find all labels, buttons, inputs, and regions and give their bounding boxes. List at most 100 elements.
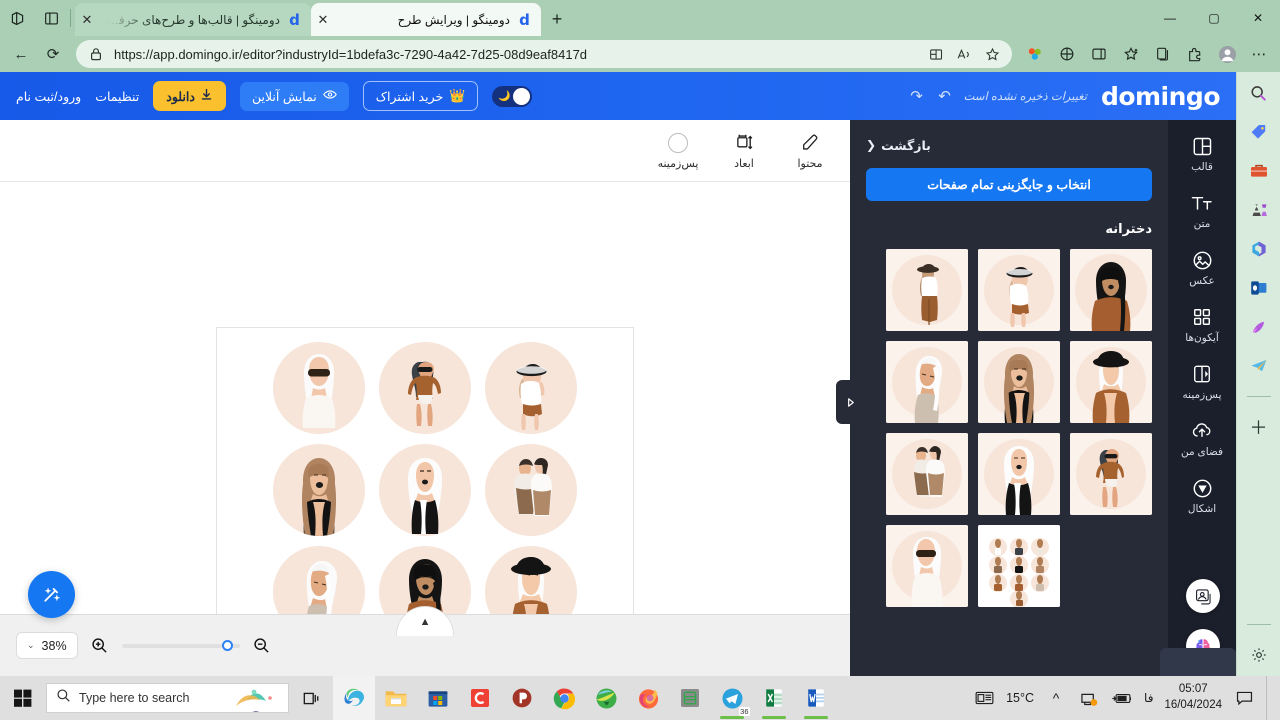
browser-favorites-icon[interactable] — [1116, 40, 1146, 68]
zoom-in-icon[interactable] — [90, 636, 110, 656]
rail-item-my-space[interactable]: فضای من — [1171, 419, 1233, 458]
window-maximize-button[interactable]: ▢ — [1192, 1, 1236, 35]
show-desktop-button[interactable] — [1266, 676, 1274, 720]
browser-essentials-icon[interactable] — [1020, 40, 1050, 68]
sidebar-search-icon[interactable] — [1246, 80, 1272, 106]
asset-thumb-7[interactable] — [1070, 433, 1152, 515]
tray-clock[interactable]: 05:07 16/04/2024 — [1164, 682, 1222, 713]
window-minimize-button[interactable]: — — [1148, 1, 1192, 35]
settings-link[interactable]: تنظیمات — [95, 89, 139, 104]
online-preview-button[interactable]: نمایش آنلاین — [239, 81, 349, 111]
illustration-woman-hat-shorts[interactable] — [485, 342, 577, 434]
asset-thumb-5[interactable] — [978, 341, 1060, 423]
rail-item-background[interactable]: پس‌زمینه — [1171, 362, 1233, 401]
asset-thumb-4[interactable] — [1070, 341, 1152, 423]
toolbar-item-background[interactable]: پس‌زمینه — [656, 132, 700, 170]
panel-collapse-toggle[interactable] — [836, 380, 864, 424]
browser-tab-1-close-icon[interactable]: ✕ — [79, 12, 95, 28]
tray-language-indicator[interactable]: فا — [1144, 691, 1153, 705]
sidebar-settings-gear-icon[interactable] — [1246, 642, 1272, 668]
sidebar-games-icon[interactable] — [1246, 197, 1272, 223]
domingo-logo[interactable]: domingo — [1101, 84, 1221, 109]
taskbar-app-google-chrome[interactable] — [543, 676, 585, 720]
browser-tab-2-close-icon[interactable]: ✕ — [315, 12, 331, 28]
rail-bottom-tab[interactable] — [1160, 648, 1236, 676]
canvas-page[interactable] — [217, 328, 633, 614]
notification-icon[interactable] — [1233, 687, 1255, 709]
illustration-woman-white-hair-sunglasses[interactable] — [273, 342, 365, 434]
zoom-slider[interactable] — [121, 639, 240, 651]
task-view-button[interactable] — [289, 676, 333, 720]
zoom-out-icon[interactable] — [252, 636, 272, 656]
illustration-two-women-standing[interactable] — [485, 444, 577, 536]
redo-icon[interactable]: ↷ — [908, 87, 926, 105]
taskbar-search-box[interactable]: Type here to search — [46, 683, 289, 713]
tab-collections-icon[interactable] — [0, 3, 34, 33]
browser-more-menu-icon[interactable]: ⋯ — [1244, 40, 1274, 68]
sidebar-tools-icon[interactable] — [1246, 158, 1272, 184]
replace-all-pages-button[interactable]: انتخاب و جایگزینی تمام صفحات — [866, 168, 1152, 201]
browser-collections-icon[interactable] — [1148, 40, 1178, 68]
new-tab-button[interactable]: + — [543, 5, 571, 33]
toolbar-item-dimensions[interactable]: ابعاد — [722, 132, 766, 170]
browser-extensions-icon[interactable] — [1180, 40, 1210, 68]
taskbar-app-file-explorer[interactable] — [375, 676, 417, 720]
browser-tab-1[interactable]: d دومینگو | قالب‌ها و طرح‌های حرفه‌ای ✕ — [75, 3, 311, 36]
subscribe-button[interactable]: 👑 خرید اشتراک — [362, 81, 479, 111]
rail-item-image[interactable]: عکس — [1171, 248, 1233, 287]
asset-thumb-1[interactable] — [1070, 249, 1152, 331]
toolbar-item-content[interactable]: محتوا — [788, 132, 832, 170]
favorite-star-icon[interactable] — [982, 44, 1002, 64]
browser-profile-icon[interactable] — [1212, 40, 1242, 68]
magic-wand-fab-button[interactable] — [28, 571, 75, 618]
illustration-woman-white-hair-black-top[interactable] — [379, 444, 471, 536]
panel-back-button[interactable]: ❯ بازگشت — [866, 134, 1152, 156]
sidebar-telegram-icon[interactable] — [1246, 353, 1272, 379]
refresh-button-icon[interactable]: ⟳ — [38, 40, 68, 68]
undo-icon[interactable]: ↶ — [936, 87, 954, 105]
rail-item-template[interactable]: قالب — [1171, 134, 1233, 173]
back-button-icon[interactable]: ← — [6, 40, 36, 68]
taskbar-app-notepad[interactable] — [669, 676, 711, 720]
illustration-woman-white-hair-beige-top[interactable] — [273, 546, 365, 614]
taskbar-app-microsoft-edge[interactable] — [333, 676, 375, 720]
windows-start-button[interactable] — [0, 676, 46, 720]
sidebar-add-icon[interactable]: ＋ — [1246, 414, 1272, 440]
sidebar-outlook-icon[interactable] — [1246, 275, 1272, 301]
sidebar-designer-icon[interactable] — [1246, 314, 1272, 340]
read-aloud-icon[interactable] — [954, 44, 974, 64]
address-bar[interactable]: https://app.domingo.ir/editor?industryId… — [76, 40, 1012, 68]
taskbar-app-internet-download-manager[interactable] — [585, 676, 627, 720]
taskbar-app-potplayer[interactable] — [501, 676, 543, 720]
split-screen-icon[interactable] — [926, 44, 946, 64]
illustration-woman-black-hair-brown-coat[interactable] — [379, 546, 471, 614]
illustration-woman-brown-hair-black-jacket[interactable] — [273, 444, 365, 536]
browser-tab-2[interactable]: d دومینگو | ویرایش طرح ✕ — [311, 3, 541, 36]
tray-overflow-icon[interactable]: ^ — [1045, 687, 1067, 709]
tab-vertical-tabs-icon[interactable] — [34, 3, 68, 33]
taskbar-app-mozilla-firefox[interactable] — [627, 676, 669, 720]
person-photo-icon[interactable] — [1186, 579, 1220, 613]
network-icon[interactable] — [1078, 687, 1100, 709]
taskbar-app-microsoft-store[interactable] — [417, 676, 459, 720]
canvas-viewport[interactable] — [0, 182, 850, 614]
asset-thumb-8[interactable] — [978, 433, 1060, 515]
zoom-slider-handle[interactable] — [221, 639, 233, 651]
taskbar-app-camtasia[interactable] — [459, 676, 501, 720]
theme-toggle[interactable]: 🌙 — [492, 85, 533, 107]
taskbar-app-telegram[interactable]: 36 — [711, 676, 753, 720]
taskbar-app-microsoft-word[interactable] — [795, 676, 837, 720]
sidebar-shopping-icon[interactable] — [1246, 119, 1272, 145]
asset-thumb-9[interactable] — [886, 433, 968, 515]
news-weather-icon[interactable] — [973, 687, 995, 709]
illustration-woman-black-hat-brown-top[interactable] — [485, 546, 577, 614]
rail-item-text[interactable]: متن — [1171, 191, 1233, 230]
taskbar-app-microsoft-excel[interactable] — [753, 676, 795, 720]
sidebar-office-icon[interactable] — [1246, 236, 1272, 262]
browser-split-icon[interactable] — [1052, 40, 1082, 68]
browser-tabs-panel-icon[interactable] — [1084, 40, 1114, 68]
illustration-woman-sunglasses-swimsuit[interactable] — [379, 342, 471, 434]
zoom-level-dropdown[interactable]: ⌄ 38% — [16, 632, 78, 659]
rail-item-icons[interactable]: آیکون‌ها — [1171, 305, 1233, 344]
asset-thumb-10[interactable] — [978, 525, 1060, 607]
